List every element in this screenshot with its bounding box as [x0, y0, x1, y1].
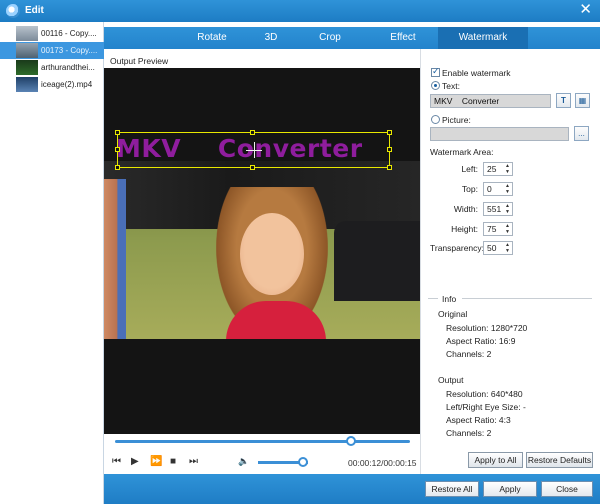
text-font-icon[interactable]: T — [556, 93, 571, 108]
spinner-arrows-icon[interactable]: ▲ ▼ — [505, 223, 510, 235]
video-thumbnail-icon — [16, 26, 38, 41]
next-frame-icon[interactable]: ⏭ — [189, 456, 198, 467]
video-thumbnail-icon — [16, 77, 38, 92]
file-name: arthurandthei... — [41, 63, 95, 72]
original-resolution: Resolution: 1280*720 — [446, 323, 528, 333]
resize-handle[interactable] — [387, 147, 392, 152]
file-name: 00173 - Copy.... — [41, 46, 98, 55]
original-label: Original — [438, 309, 468, 319]
top-spinner[interactable]: 0 ▲ ▼ — [483, 182, 513, 196]
volume-icon[interactable]: 🔈 — [238, 456, 249, 467]
enable-watermark-checkbox[interactable] — [431, 66, 440, 77]
output-aspect-ratio: Aspect Ratio: 4:3 — [446, 415, 511, 425]
previous-frame-icon[interactable]: ⏮ — [112, 456, 121, 467]
output-resolution: Resolution: 640*480 — [446, 389, 523, 399]
width-label: Width: — [453, 204, 478, 214]
title-bar: Edit ✕ — [0, 0, 600, 22]
fast-forward-icon[interactable]: ⏩ — [150, 456, 162, 467]
text-color-icon[interactable]: ▦ — [575, 93, 590, 108]
file-item-arthurandthei[interactable]: arthurandthei... — [0, 59, 104, 76]
spinner-arrows-icon[interactable]: ▲ ▼ — [505, 203, 510, 215]
picture-radio[interactable] — [431, 115, 440, 124]
tab-3d[interactable]: 3D — [250, 27, 292, 49]
picture-radio-label: Picture: — [442, 115, 471, 125]
original-aspect-ratio: Aspect Ratio: 16:9 — [446, 336, 516, 346]
close-button[interactable]: Close — [541, 481, 593, 497]
play-icon[interactable]: ▶ — [131, 456, 139, 467]
height-label: Height: — [451, 224, 478, 234]
file-item-00116[interactable]: 00116 - Copy.... — [0, 25, 104, 42]
tab-rotate[interactable]: Rotate — [174, 27, 250, 49]
apply-button[interactable]: Apply — [483, 481, 537, 497]
seek-knob[interactable] — [346, 436, 356, 446]
width-value: 551 — [487, 204, 502, 214]
transparency-spinner[interactable]: 50 ▲ ▼ — [483, 241, 513, 255]
seek-bar[interactable] — [115, 440, 410, 443]
width-spinner[interactable]: 551 ▲ ▼ — [483, 202, 513, 216]
resize-handle[interactable] — [250, 130, 255, 135]
close-window-icon[interactable]: ✕ — [579, 2, 592, 18]
file-item-iceage[interactable]: iceage(2).mp4 — [0, 76, 104, 93]
text-radio[interactable] — [431, 81, 440, 90]
resize-handle[interactable] — [115, 130, 120, 135]
video-preview: MKV Converter — [104, 68, 420, 434]
app-logo-icon — [6, 4, 20, 18]
tab-watermark[interactable]: Watermark — [438, 27, 528, 49]
output-preview-label: Output Preview — [110, 56, 169, 66]
info-title: Info — [442, 294, 457, 304]
file-name: 00116 - Copy.... — [41, 29, 97, 38]
watermark-text-input[interactable]: MKV Converter — [430, 94, 551, 108]
file-name: iceage(2).mp4 — [41, 80, 93, 89]
spinner-arrows-icon[interactable]: ▲ ▼ — [505, 183, 510, 195]
height-spinner[interactable]: 75 ▲ ▼ — [483, 222, 513, 236]
enable-watermark-label: Enable watermark — [442, 68, 511, 78]
output-eye-size: Left/Right Eye Size: - — [446, 402, 526, 412]
volume-knob[interactable] — [298, 457, 308, 467]
spinner-arrows-icon[interactable]: ▲ ▼ — [505, 163, 510, 175]
restore-all-button[interactable]: Restore All — [425, 481, 479, 497]
stop-icon[interactable]: ■ — [170, 456, 176, 467]
left-value: 25 — [487, 164, 497, 174]
original-channels: Channels: 2 — [446, 349, 492, 359]
window-title: Edit — [25, 5, 44, 16]
file-item-00173[interactable]: 00173 - Copy.... — [0, 42, 104, 59]
timecode: 00:00:12/00:00:15 — [348, 458, 417, 468]
left-spinner[interactable]: 25 ▲ ▼ — [483, 162, 513, 176]
picture-path-input[interactable] — [430, 127, 569, 141]
tab-effect[interactable]: Effect — [368, 27, 438, 49]
spinner-arrows-icon[interactable]: ▲ ▼ — [505, 242, 510, 254]
resize-handle[interactable] — [387, 130, 392, 135]
output-label: Output — [438, 375, 464, 385]
height-value: 75 — [487, 224, 497, 234]
video-thumbnail-icon — [16, 60, 38, 75]
edit-tab-bar: Rotate 3D Crop Effect Watermark — [104, 27, 600, 49]
output-channels: Channels: 2 — [446, 428, 492, 438]
resize-handle[interactable] — [115, 147, 120, 152]
resize-handle[interactable] — [250, 165, 255, 170]
video-frame — [104, 161, 420, 339]
video-thumbnail-icon — [16, 43, 38, 58]
top-label: Top: — [461, 184, 478, 194]
browse-picture-button[interactable]: ... — [574, 126, 589, 141]
file-list: 00116 - Copy.... 00173 - Copy.... arthur… — [0, 22, 104, 504]
text-radio-label: Text: — [442, 81, 460, 91]
resize-handle[interactable] — [387, 165, 392, 170]
top-value: 0 — [487, 184, 492, 194]
resize-handle[interactable] — [115, 165, 120, 170]
apply-to-all-button[interactable]: Apply to All — [468, 452, 523, 468]
restore-defaults-button[interactable]: Restore Defaults — [526, 452, 593, 468]
left-label: Left: — [461, 164, 478, 174]
transparency-label: Transparency: — [430, 243, 485, 253]
transparency-value: 50 — [487, 243, 497, 253]
watermark-area-label: Watermark Area: — [430, 147, 494, 157]
tab-crop[interactable]: Crop — [292, 27, 368, 49]
